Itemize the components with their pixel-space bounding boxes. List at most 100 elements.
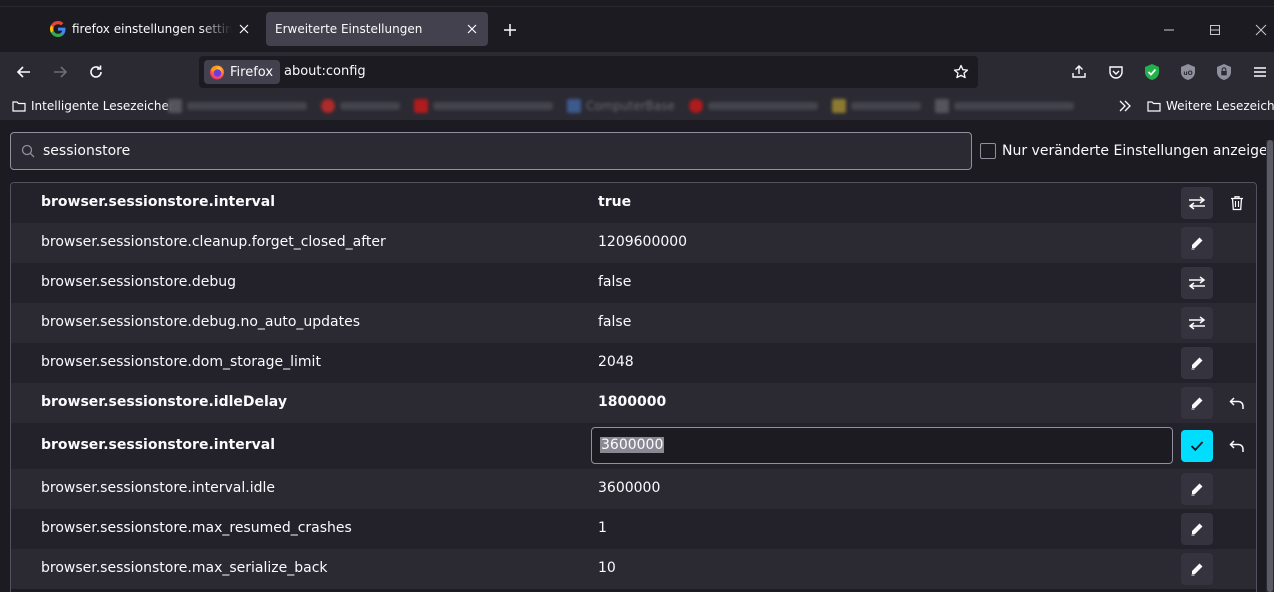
pref-name: browser.sessionstore.max_resumed_crashes xyxy=(41,520,352,536)
folder-icon xyxy=(12,101,26,112)
pref-row[interactable]: browser.sessionstore.interval true xyxy=(11,183,1256,223)
reset-button[interactable] xyxy=(1225,430,1249,462)
modified-only-label[interactable]: Nur veränderte Einstellungen anzeigen xyxy=(1002,143,1274,159)
pref-search-box[interactable] xyxy=(10,132,972,170)
pref-name: browser.sessionstore.debug.no_auto_updat… xyxy=(41,314,361,330)
modified-only-checkbox[interactable] xyxy=(980,143,996,159)
pref-value: false xyxy=(598,274,632,290)
tab-strip: firefox einstellungen settings - Google … xyxy=(0,0,1274,52)
maximize-button[interactable] xyxy=(1203,18,1227,42)
reader-share-button[interactable] xyxy=(1065,58,1093,86)
tab-advanced-settings[interactable]: Erweiterte Einstellungen xyxy=(266,12,488,46)
green-shield-check-icon xyxy=(1145,64,1159,80)
pref-value: false xyxy=(598,314,632,330)
back-button[interactable] xyxy=(10,58,38,86)
pencil-icon xyxy=(1190,482,1204,496)
pref-row[interactable]: browser.sessionstore.max_serialize_back 1… xyxy=(11,549,1256,589)
app-menu-button[interactable] xyxy=(1246,58,1274,86)
lock-shield-icon xyxy=(1217,64,1231,80)
edit-button[interactable] xyxy=(1181,347,1213,379)
pref-row[interactable]: browser.sessionstore.debug.no_auto_updat… xyxy=(11,303,1256,343)
trash-icon xyxy=(1230,195,1244,211)
pref-row[interactable]: browser.sessionstore.interval 3600000 xyxy=(11,423,1256,469)
pref-name: browser.sessionstore.cleanup.forget_clos… xyxy=(41,234,386,250)
reset-button[interactable] xyxy=(1225,387,1249,419)
pocket-icon xyxy=(1109,66,1123,79)
tab-title: Erweiterte Einstellungen xyxy=(275,22,423,36)
hamburger-menu-icon xyxy=(1254,67,1266,77)
reset-icon xyxy=(1229,396,1245,410)
maximize-icon xyxy=(1210,25,1220,35)
url-bar[interactable]: Firefox about:config xyxy=(199,56,978,88)
pref-row[interactable]: browser.sessionstore.cleanup.forget_clos… xyxy=(11,223,1256,263)
pref-value: 2048 xyxy=(598,354,634,370)
pref-value: 1 xyxy=(598,520,607,536)
save-button[interactable] xyxy=(1181,430,1213,462)
pref-row[interactable]: browser.sessionstore.interval.idle 360000… xyxy=(11,469,1256,509)
bookmark-label: Intelligente Lesezeichen xyxy=(31,99,177,113)
forward-arrow-icon xyxy=(54,66,68,78)
pref-value: 1209600000 xyxy=(598,234,688,250)
identity-label: Firefox xyxy=(230,64,274,80)
window-top-border xyxy=(0,6,1274,7)
bookmarks-overflow-button[interactable] xyxy=(1118,97,1132,115)
toggle-button[interactable] xyxy=(1181,267,1213,299)
toggle-icon xyxy=(1188,276,1206,290)
back-arrow-icon xyxy=(16,66,30,78)
pencil-icon xyxy=(1190,356,1204,370)
close-icon xyxy=(1255,24,1267,36)
pref-row[interactable]: browser.sessionstore.max_resumed_crashes… xyxy=(11,509,1256,549)
pref-value: 1800000 xyxy=(598,394,667,410)
url-text[interactable]: about:config xyxy=(284,64,366,79)
identity-box[interactable]: Firefox xyxy=(204,60,281,84)
navigation-toolbar: Firefox about:config uO xyxy=(0,52,1274,92)
other-bookmarks-folder[interactable]: Weitere Lesezeichen xyxy=(1147,97,1274,115)
search-input[interactable] xyxy=(43,141,943,161)
new-tab-button[interactable] xyxy=(498,18,522,42)
toggle-icon xyxy=(1188,316,1206,330)
edit-button[interactable] xyxy=(1181,227,1213,259)
minimize-button-2[interactable] xyxy=(1157,18,1181,42)
pref-name: browser.sessionstore.interval.idle xyxy=(41,480,275,496)
upload-icon xyxy=(1072,65,1086,78)
edit-button[interactable] xyxy=(1181,473,1213,505)
pencil-icon xyxy=(1190,236,1204,250)
svg-text:uO: uO xyxy=(1183,70,1192,77)
toggle-button[interactable] xyxy=(1181,187,1213,219)
extension-shield-check-button[interactable] xyxy=(1138,58,1166,86)
toggle-button[interactable] xyxy=(1181,307,1213,339)
preferences-table: browser.sessionstore.interval true browser… xyxy=(10,182,1257,592)
tab-google-search[interactable]: firefox einstellungen settings - Google … xyxy=(42,12,260,46)
pref-value: 3600000 xyxy=(598,480,661,496)
bookmark-star-button[interactable] xyxy=(950,61,972,83)
pocket-button[interactable] xyxy=(1102,58,1130,86)
reload-icon xyxy=(90,65,102,78)
plus-icon xyxy=(504,24,516,36)
google-icon xyxy=(50,21,66,37)
edit-button[interactable] xyxy=(1181,513,1213,545)
close-tab-icon[interactable] xyxy=(460,17,484,41)
reload-button[interactable] xyxy=(82,58,110,86)
delete-button[interactable] xyxy=(1225,187,1249,219)
double-chevron-icon xyxy=(1119,100,1131,112)
close-window-button[interactable] xyxy=(1249,18,1273,42)
ublock-origin-button[interactable]: uO xyxy=(1174,58,1202,86)
pref-row[interactable]: browser.sessionstore.idleDelay 1800000 xyxy=(11,383,1256,423)
edit-button[interactable] xyxy=(1181,553,1213,585)
pref-row[interactable]: browser.sessionstore.dom_storage_limit 20… xyxy=(11,343,1256,383)
pref-name: browser.sessionstore.debug xyxy=(41,274,237,290)
ublock-shield-icon: uO xyxy=(1181,64,1195,80)
pref-value-input[interactable]: 3600000 xyxy=(591,427,1173,464)
edit-button[interactable] xyxy=(1181,387,1213,419)
close-tab-icon[interactable] xyxy=(232,17,256,41)
forward-button[interactable] xyxy=(46,58,74,86)
privacy-extension-button[interactable] xyxy=(1210,58,1238,86)
tab-title: firefox einstellungen settings - Google … xyxy=(72,22,232,36)
bookmark-folder-smart[interactable]: Intelligente Lesezeichen xyxy=(12,97,176,115)
pref-name: browser.sessionstore.dom_storage_limit xyxy=(41,354,321,370)
scrollbar[interactable] xyxy=(1266,140,1274,592)
pref-row[interactable]: browser.sessionstore.debug false xyxy=(11,263,1256,303)
checkmark-icon xyxy=(1190,440,1204,452)
scrollbar-thumb[interactable] xyxy=(1267,140,1273,592)
pref-value-selected-text: 3600000 xyxy=(600,437,665,453)
